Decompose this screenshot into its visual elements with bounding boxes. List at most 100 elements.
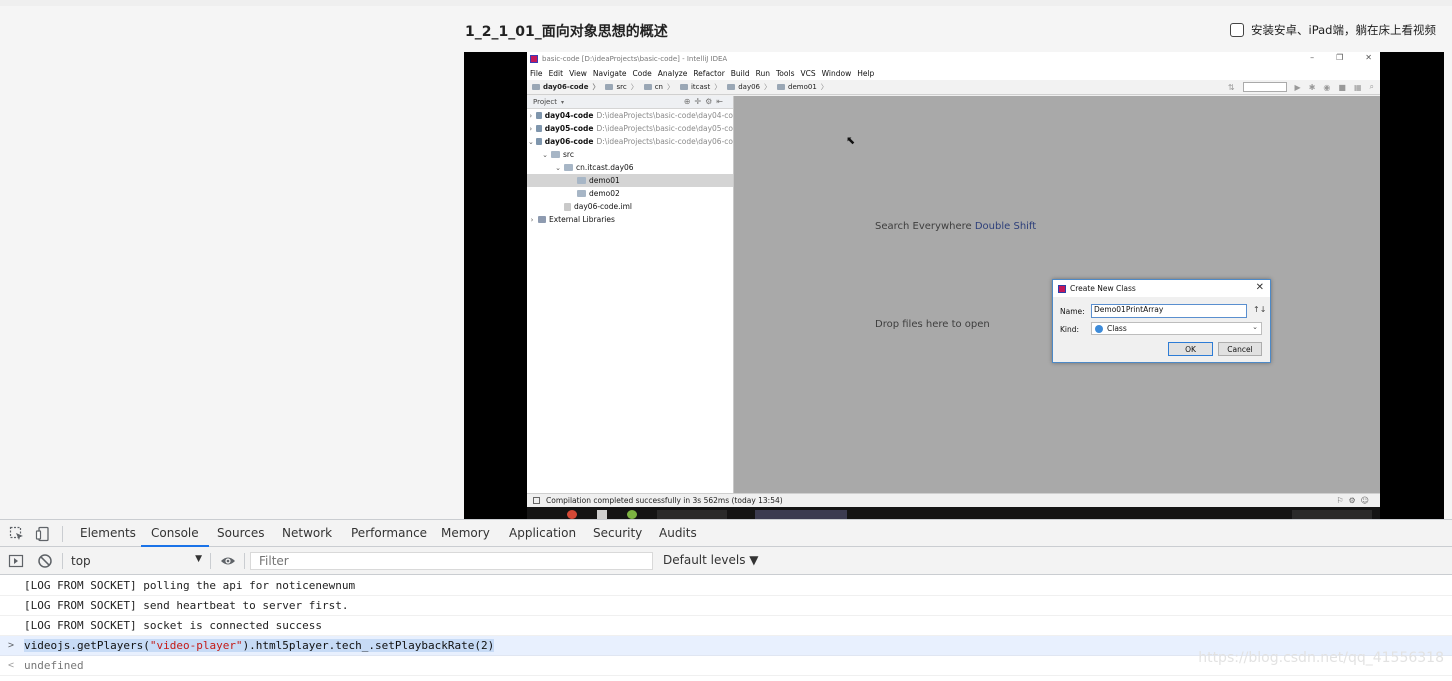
ide-menu-item: Code xyxy=(632,68,652,78)
drop-files-hint: Drop files here to open xyxy=(875,319,990,330)
ide-menu-item: VCS xyxy=(800,68,816,78)
ide-breadcrumb: day06-code 〉 src 〉 cn 〉 itcast 〉 day06 〉 demo01 〉 ⇅… xyxy=(527,80,1380,95)
app-promo-checkbox[interactable]: 安装安卓、iPad端，躺在床上看视频 xyxy=(1230,22,1436,38)
editor-area: ⬉ Search Everywhere Double Shift Drop fi… xyxy=(734,96,1380,493)
tree-item: ⌄ src xyxy=(527,148,733,161)
tree-item-label: day05-code xyxy=(544,124,594,133)
ide-menu-item: File xyxy=(530,68,543,78)
tab-elements[interactable]: Elements xyxy=(70,520,146,547)
filter-input[interactable] xyxy=(250,552,653,570)
status-icons: ⚐⚙☺ xyxy=(1336,496,1374,505)
command-string-arg: "video-player" xyxy=(149,639,243,652)
folder-icon xyxy=(551,151,560,158)
console-toolbar: top ▼ Default levels ▼ xyxy=(0,547,1452,575)
restore-icon: ❐ xyxy=(1336,53,1344,62)
close-icon: ✕ xyxy=(1365,53,1372,62)
ide-menu-item: View xyxy=(569,68,587,78)
breadcrumb-item: day06 〉 xyxy=(727,82,771,92)
folder-icon xyxy=(535,138,542,145)
chevron-right-icon: > xyxy=(8,640,15,651)
notepad-icon xyxy=(597,510,607,519)
tree-item-label: External Libraries xyxy=(549,215,615,224)
context-value: top xyxy=(71,554,91,568)
mouse-cursor-icon: ⬉ xyxy=(846,134,856,147)
device-toolbar-icon[interactable] xyxy=(35,526,51,542)
app-icon xyxy=(627,510,637,519)
sidebar-toggle-icon[interactable] xyxy=(8,553,24,569)
inspect-element-icon[interactable] xyxy=(9,526,25,542)
tree-item-label: demo02 xyxy=(589,189,620,198)
chevron-right-icon: 〉 xyxy=(714,83,722,91)
tab-security[interactable]: Security xyxy=(583,520,652,547)
tab-sources[interactable]: Sources xyxy=(207,520,274,547)
search-hint-key: Double Shift xyxy=(974,221,1037,232)
lesson-title: 1_2_1_01_面向对象思想的概述 xyxy=(465,24,668,40)
console-message-text: [LOG FROM SOCKET] socket is connected su… xyxy=(24,619,323,632)
checkbox-icon[interactable] xyxy=(1230,23,1244,37)
divider xyxy=(244,553,245,569)
console-message: [LOG FROM SOCKET] socket is connected su… xyxy=(0,616,1452,636)
top-strip xyxy=(0,0,1452,6)
context-select[interactable]: top ▼ xyxy=(63,551,208,571)
debug-icon: ✱ xyxy=(1308,82,1316,92)
ide-menu-item: Window xyxy=(821,68,852,78)
course-page: 1_2_1_01_面向对象思想的概述 安装安卓、iPad端，躺在床上看视频 ba… xyxy=(0,0,1452,519)
dialog-title: Create New Class xyxy=(1070,284,1136,293)
project-panel-tools: ⊕✛⚙⇤ xyxy=(683,97,727,106)
ide-menubar: File Edit View Navigate Code Analyze Refactor B… xyxy=(527,66,1380,80)
chevron-right-icon: 〉 xyxy=(820,83,828,91)
breadcrumb-label: day06-code xyxy=(543,83,589,91)
ok-button: OK xyxy=(1168,342,1213,356)
console-message-text: [LOG FROM SOCKET] polling the api for no… xyxy=(24,579,356,592)
folder-icon xyxy=(605,84,614,90)
file-icon xyxy=(564,202,571,211)
video-player[interactable]: basic-code [D:\ideaProjects\basic-code] … xyxy=(464,52,1444,519)
chevron-right-icon: 〉 xyxy=(592,83,600,91)
project-panel-title: Project xyxy=(533,98,557,106)
chevron-right-icon: › xyxy=(530,215,534,224)
folder-icon xyxy=(577,190,586,197)
tree-item-label: src xyxy=(563,150,574,159)
tab-memory[interactable]: Memory xyxy=(431,520,500,547)
structure-icon: ▦ xyxy=(1353,82,1362,92)
folder-icon xyxy=(577,177,586,184)
tree-item-label: day06-code xyxy=(544,137,594,146)
breadcrumb-label: demo01 xyxy=(788,83,817,91)
tree-item: › day05-code D:\ideaProjects\basic-code\da… xyxy=(527,122,733,135)
search-icon: ⌕ xyxy=(1369,82,1374,91)
tab-performance[interactable]: Performance xyxy=(341,520,437,547)
tree-item: › day04-code D:\ideaProjects\basic-code\da… xyxy=(527,109,733,122)
breadcrumb-label: day06 xyxy=(738,83,761,91)
console-message: [LOG FROM SOCKET] polling the api for no… xyxy=(0,576,1452,596)
tab-application[interactable]: Application xyxy=(499,520,586,547)
tree-item: demo01 xyxy=(527,174,733,187)
kind-select: Class ⌄ xyxy=(1091,322,1262,335)
log-levels-select[interactable]: Default levels ▼ xyxy=(663,553,759,567)
stop-icon: ■ xyxy=(1338,82,1346,92)
chevron-down-icon: ▼ xyxy=(195,554,202,564)
project-panel-header: Project ▾ ⊕✛⚙⇤ xyxy=(527,96,733,109)
tab-console[interactable]: Console xyxy=(141,520,209,547)
os-taskbar xyxy=(527,507,1380,519)
tree-item: ⌄ cn.itcast.day06 xyxy=(527,161,733,174)
devtools-tabbar: Elements Console Sources Network Performance… xyxy=(0,520,1452,547)
chevron-down-icon: ⌄ xyxy=(528,137,534,146)
chevron-left-icon: < xyxy=(8,660,15,671)
chevron-down-icon: ▾ xyxy=(560,98,564,106)
chevron-down-icon: ⌄ xyxy=(542,150,548,159)
run-icon: ▶ xyxy=(1294,82,1301,92)
taskbar-window-item xyxy=(657,510,727,519)
chevron-right-icon: › xyxy=(529,111,533,120)
class-name-input: Demo01PrintArray xyxy=(1091,304,1247,318)
tab-audits[interactable]: Audits xyxy=(649,520,707,547)
status-text: Compilation completed successfully in 3s… xyxy=(546,496,783,505)
panel-toggle-icon xyxy=(533,497,540,504)
tab-network[interactable]: Network xyxy=(272,520,342,547)
folder-icon xyxy=(727,84,736,90)
eye-icon[interactable] xyxy=(220,553,236,569)
create-new-class-dialog: Create New Class ✕ Name: Demo01PrintArra… xyxy=(1052,279,1271,363)
folder-icon xyxy=(535,125,542,132)
app-promo-label: 安装安卓、iPad端，躺在床上看视频 xyxy=(1251,23,1436,37)
clear-console-icon[interactable] xyxy=(37,553,53,569)
tree-item: › External Libraries xyxy=(527,213,733,226)
